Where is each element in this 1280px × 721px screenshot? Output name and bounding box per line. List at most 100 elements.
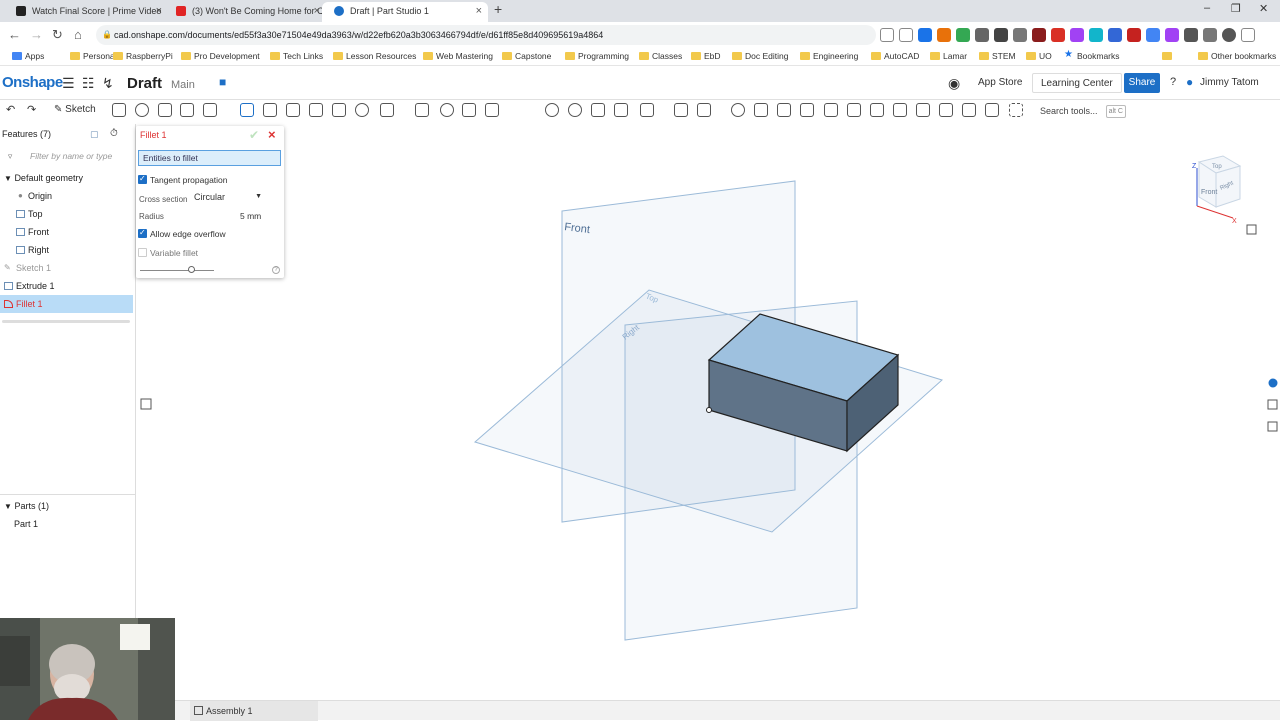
bookmark-programming[interactable]: Programming [565,51,629,61]
loft-icon[interactable] [180,103,194,117]
bookmark-ebd[interactable]: EbD [691,51,721,61]
feature-sketch-1[interactable]: ✎ Sketch 1 [0,259,133,277]
close-tab-icon[interactable]: × [156,2,162,20]
versions-icon[interactable]: ↯ [102,75,114,92]
browser-tab-youtube[interactable]: (3) Won't Be Coming Home for C × [164,2,326,22]
bookmark-lamar[interactable]: Lamar [930,51,967,61]
chamfer-icon[interactable] [263,103,277,117]
rollback-icon[interactable]: ▢ [90,129,99,140]
bookmark-other[interactable]: Other bookmarks [1198,51,1276,61]
projected-curve-icon[interactable] [754,103,768,117]
extension-icon[interactable] [994,28,1008,42]
default-geometry-group[interactable]: ▼ Default geometry [0,169,133,187]
view-mode-icon[interactable] [1246,224,1257,235]
appearance-panel-icon[interactable] [1268,378,1278,388]
sketch-button[interactable]: ✎ Sketch [54,104,96,115]
shell-icon[interactable] [332,103,346,117]
finish-sheet-metal-icon[interactable] [962,103,976,117]
configurations-panel-icon[interactable] [1267,421,1278,432]
feature-origin[interactable]: ● Origin [0,187,133,205]
avatar[interactable]: ● [1186,75,1193,89]
bookmark-autocad[interactable]: AutoCAD [871,51,919,61]
replace-face-icon[interactable] [614,103,628,117]
onshape-logo[interactable]: Onshape [2,74,63,91]
history-icon[interactable]: ⏱ [110,128,118,139]
revolve-icon[interactable] [135,103,149,117]
add-custom-feature-icon[interactable] [1009,103,1023,117]
new-tab-button[interactable]: + [494,1,502,17]
workspace-name[interactable]: Main [171,79,195,91]
feature-list-toggle-icon[interactable]: ☷ [82,75,95,92]
maximize-icon[interactable]: ❐ [1231,2,1241,15]
rib-icon[interactable] [309,103,323,117]
part-item[interactable]: Part 1 [0,515,133,533]
bookmark-personal[interactable]: Personal [70,51,117,61]
bend-icon[interactable] [893,103,907,117]
bookmark-lesson-resources[interactable]: Lesson Resources [333,51,416,61]
url-bar[interactable]: 🔒 cad.onshape.com/documents/ed55f3a30e71… [96,25,876,45]
extension-icon[interactable] [1146,28,1160,42]
extension-icon[interactable] [918,28,932,42]
comments-icon[interactable]: ◉ [948,75,960,92]
move-face-icon[interactable] [591,103,605,117]
panel-divider[interactable] [0,494,136,495]
extension-icon[interactable] [1108,28,1122,42]
bookmark-classes[interactable]: Classes [639,51,682,61]
search-tools-input[interactable]: Search tools... alt C [1036,102,1128,120]
close-tab-icon[interactable]: × [314,2,320,20]
close-window-icon[interactable]: ✕ [1259,2,1268,15]
key-icon[interactable] [880,28,894,42]
extension-icon[interactable] [1127,28,1141,42]
feature-right-plane[interactable]: Right [0,241,133,259]
extension-icon[interactable] [1013,28,1027,42]
helix-icon[interactable] [697,103,711,117]
feature-top-plane[interactable]: Top [0,205,133,223]
hole-icon[interactable] [355,103,369,117]
browser-tab-onshape[interactable]: Draft | Part Studio 1 × [322,2,488,22]
undo-icon[interactable]: ↶ [6,103,15,116]
bookmark-bookmarks[interactable]: Bookmarks [1064,49,1120,61]
feature-extrude-1[interactable]: Extrude 1 [0,277,133,295]
feature-list-collapse-icon[interactable] [140,398,152,410]
hamburger-menu-icon[interactable]: ☰ [62,75,75,92]
extension-icon[interactable] [1089,28,1103,42]
bookmark-doc-editing[interactable]: Doc Editing [732,51,788,61]
modify-fillet-icon[interactable] [568,103,582,117]
bookmark-raspberrypi[interactable]: RaspberryPi [113,51,173,61]
forward-icon[interactable]: → [30,27,43,42]
tab-icon[interactable] [870,103,884,117]
profile-icon[interactable] [1222,28,1236,42]
view-cube-top[interactable]: Top [1212,164,1222,170]
bookmark-capstone[interactable]: Capstone [502,51,551,61]
extension-icon[interactable] [1070,28,1084,42]
thicken-icon[interactable] [203,103,217,117]
reload-icon[interactable]: ↻ [52,27,63,43]
bookmark-uo[interactable]: UO [1026,51,1052,61]
document-title[interactable]: Draft [127,75,162,92]
custom-feature-icon[interactable] [800,103,814,117]
viewport-canvas[interactable]: Front Top Right Top Front Right Z X [137,124,1280,700]
home-icon[interactable]: ⌂ [74,27,82,42]
mate-connector-icon[interactable] [674,103,688,117]
plane-icon[interactable] [640,103,654,117]
parts-group[interactable]: ▼ Parts (1) [0,497,133,515]
boolean-icon[interactable] [440,103,454,117]
view-cube-front[interactable]: Front [1201,189,1217,196]
graduation-cap-icon[interactable]: ■ [219,75,226,89]
bookmark-web-mastering[interactable]: Web Mastering [423,51,493,61]
back-icon[interactable]: ← [8,27,21,42]
bookmark-engineering[interactable]: Engineering [800,51,858,61]
share-button[interactable]: Share [1124,73,1160,93]
sweep-icon[interactable] [158,103,172,117]
delete-part-icon[interactable] [545,103,559,117]
origin-marker[interactable] [706,407,712,413]
extension-icon[interactable] [1032,28,1046,42]
feature-filter-input[interactable]: ▿ Filter by name or type [8,148,132,164]
extrude-icon[interactable] [112,103,126,117]
minimize-icon[interactable]: – [1204,2,1210,14]
curve-icon[interactable] [731,103,745,117]
pattern-icon[interactable] [380,103,394,117]
transform-icon[interactable] [485,103,499,117]
form-icon[interactable] [916,103,930,117]
close-tab-icon[interactable]: × [476,2,482,20]
